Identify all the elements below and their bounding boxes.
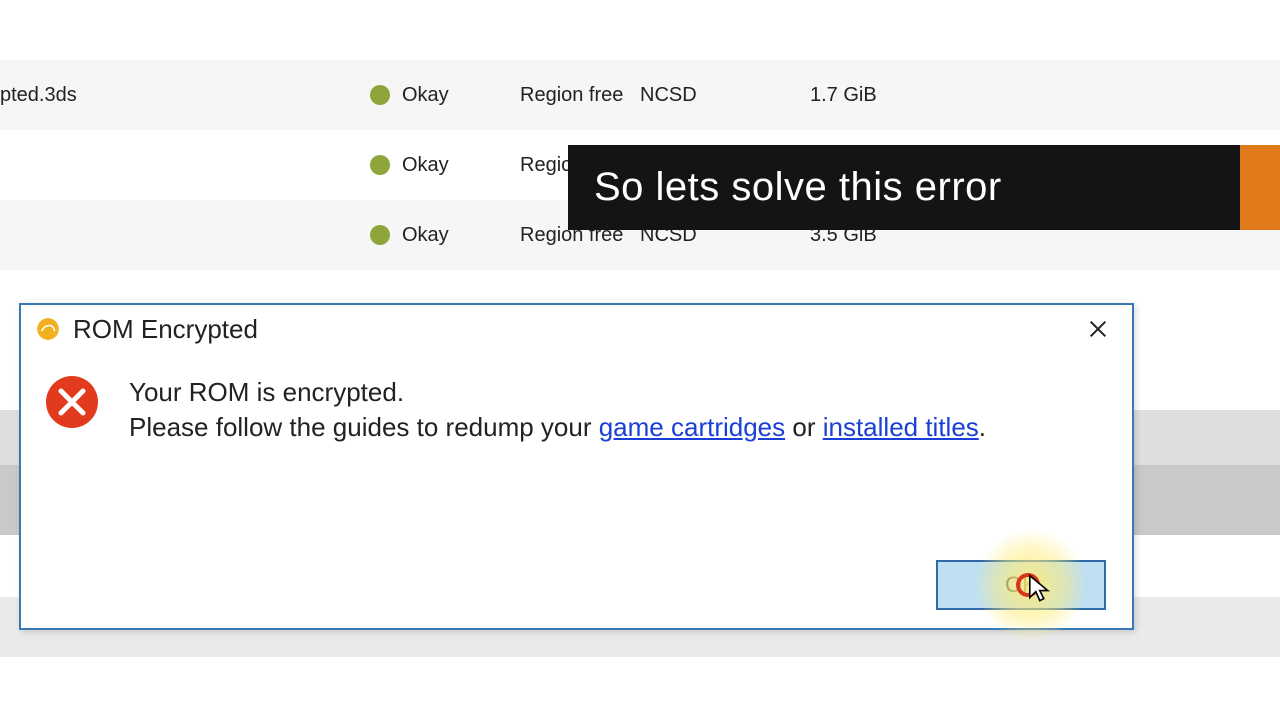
dialog-body: Your ROM is encrypted. Please follow the… xyxy=(21,353,1132,445)
cell-status: Okay xyxy=(370,224,520,247)
error-line-2: Please follow the guides to redump your … xyxy=(129,410,986,445)
status-label: Okay xyxy=(402,84,449,107)
cell-size: 1.7 GiB xyxy=(810,84,950,107)
status-label: Okay xyxy=(402,154,449,177)
cell-format: NCSD xyxy=(640,84,800,107)
ok-label: OK xyxy=(1005,572,1037,598)
close-button[interactable] xyxy=(1078,309,1118,349)
link-installed-titles[interactable]: installed titles xyxy=(823,412,979,442)
ok-button[interactable]: OK xyxy=(936,560,1106,610)
error-dialog: ROM Encrypted Your ROM is encrypted. Ple… xyxy=(19,303,1134,630)
status-label: Okay xyxy=(402,224,449,247)
dialog-title: ROM Encrypted xyxy=(73,314,258,345)
error-line-1: Your ROM is encrypted. xyxy=(129,375,986,410)
link-game-cartridges[interactable]: game cartridges xyxy=(599,412,785,442)
dialog-titlebar: ROM Encrypted xyxy=(21,305,1132,353)
cell-filename: pted.3ds xyxy=(0,84,370,107)
app-icon xyxy=(35,316,61,342)
error-message: Your ROM is encrypted. Please follow the… xyxy=(129,375,986,445)
error-icon xyxy=(45,375,99,429)
status-ok-icon xyxy=(370,155,390,175)
status-ok-icon xyxy=(370,225,390,245)
caption-text: So lets solve this error xyxy=(594,165,1002,210)
caption-banner: So lets solve this error xyxy=(568,145,1240,230)
cell-status: Okay xyxy=(370,84,520,107)
dialog-footer: OK xyxy=(936,560,1106,610)
status-ok-icon xyxy=(370,85,390,105)
cell-status: Okay xyxy=(370,154,520,177)
close-icon xyxy=(1087,318,1109,340)
table-row[interactable]: pted.3ds Okay Region free NCSD 1.7 GiB xyxy=(0,60,1280,130)
cell-region: Region free xyxy=(520,84,640,107)
